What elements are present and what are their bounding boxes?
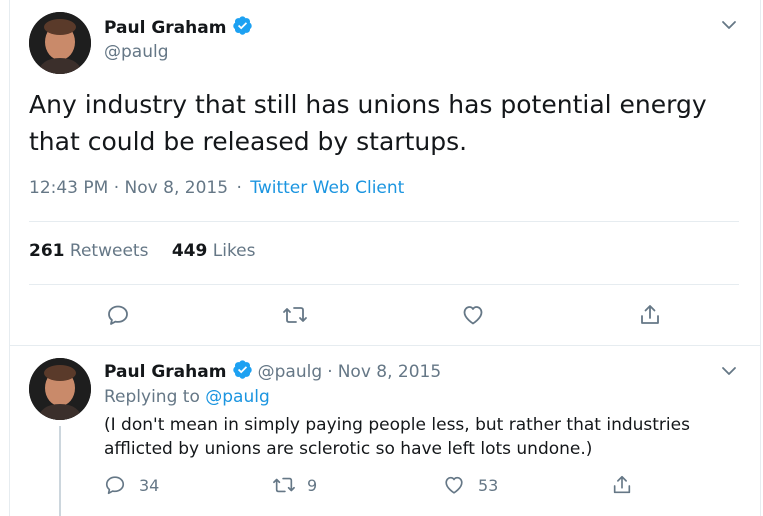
retweet-icon xyxy=(273,477,295,493)
author-header: Paul Graham xyxy=(104,15,253,40)
retweet-count: 9 xyxy=(307,475,318,495)
replying-prefix: Replying to xyxy=(104,387,200,407)
verified-badge-icon xyxy=(232,15,253,40)
retweets-count: 261 xyxy=(29,241,65,261)
reply-author-handle[interactable]: @paulg xyxy=(258,362,323,382)
reply-date[interactable]: Nov 8, 2015 xyxy=(338,362,441,382)
tweet-source-link[interactable]: Twitter Web Client xyxy=(250,178,404,198)
like-icon xyxy=(445,476,463,494)
reply-share-button[interactable] xyxy=(611,474,633,496)
reply-header: Paul Graham @paulg · Nov 8, 2015 xyxy=(104,359,441,384)
chevron-down-icon[interactable] xyxy=(719,15,739,35)
reply-reply-button[interactable]: 34 xyxy=(104,474,159,496)
chevron-down-icon[interactable] xyxy=(719,361,739,381)
replying-to: Replying to @paulg xyxy=(104,387,270,407)
meta-separator: · xyxy=(327,362,333,382)
likes-stat[interactable]: 449 Likes xyxy=(172,241,256,261)
meta-separator: · xyxy=(236,178,242,198)
reply-text: (I don't mean in simply paying people le… xyxy=(104,415,690,459)
reply-icon xyxy=(105,476,125,495)
verified-badge-icon xyxy=(232,359,253,384)
share-button[interactable] xyxy=(636,301,664,329)
divider xyxy=(9,345,760,346)
like-icon xyxy=(463,306,483,325)
meta-separator: · xyxy=(113,178,120,198)
share-icon xyxy=(613,475,631,494)
divider xyxy=(29,221,739,222)
avatar[interactable] xyxy=(29,358,91,420)
like-button[interactable] xyxy=(459,301,487,329)
tweet-stats: 261 Retweets 449 Likes xyxy=(29,241,256,261)
avatar-image xyxy=(29,12,91,74)
retweet-icon xyxy=(283,307,307,323)
tweet-text: Any industry that still has unions has p… xyxy=(29,90,707,156)
likes-label: Likes xyxy=(212,241,256,261)
reply-author-name[interactable]: Paul Graham xyxy=(104,362,226,382)
like-count: 53 xyxy=(478,475,499,495)
reply-icon xyxy=(108,305,128,325)
tweet-date[interactable]: Nov 8, 2015 xyxy=(125,178,228,198)
reply-count: 34 xyxy=(139,475,160,495)
retweets-label: Retweets xyxy=(69,241,149,261)
tweet-meta: 12:43 PM · Nov 8, 2015 · Twitter Web Cli… xyxy=(29,178,404,198)
retweets-stat[interactable]: 261 Retweets xyxy=(29,241,148,261)
likes-count: 449 xyxy=(171,241,208,261)
reply-retweet-button[interactable]: 9 xyxy=(272,474,317,496)
author-handle[interactable]: @paulg xyxy=(104,42,169,62)
share-icon xyxy=(641,305,659,324)
tweet-time[interactable]: 12:43 PM xyxy=(29,178,108,198)
avatar[interactable] xyxy=(29,12,91,74)
retweet-button[interactable] xyxy=(281,301,309,329)
replying-to-link[interactable]: @paulg xyxy=(205,387,270,407)
reply-like-button[interactable]: 53 xyxy=(443,474,498,496)
thread-line xyxy=(59,426,61,516)
author-name[interactable]: Paul Graham xyxy=(104,18,226,38)
avatar-image xyxy=(29,358,91,420)
reply-button[interactable] xyxy=(104,301,132,329)
divider xyxy=(29,284,739,285)
